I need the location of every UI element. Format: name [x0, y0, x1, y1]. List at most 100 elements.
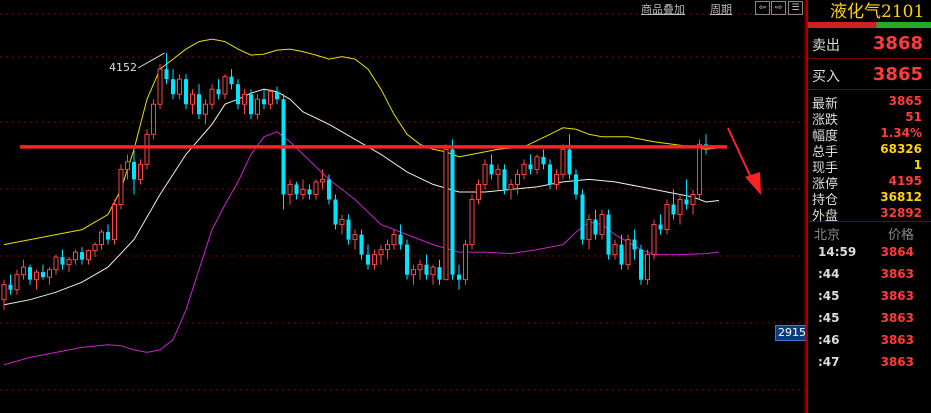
stat-row: 幅度 1.34%: [808, 125, 931, 144]
candle-body: [326, 179, 332, 200]
candle-body: [14, 274, 20, 291]
candle-body: [241, 93, 248, 105]
candle-body: [384, 244, 391, 251]
candle-body: [534, 156, 540, 170]
candle-body: [573, 174, 579, 195]
candle-body: [118, 168, 124, 205]
candle-body: [144, 133, 150, 165]
kline-chart-area[interactable]: 商品叠加 周期 ⇦ ⇨ ☰ 4152 2915: [0, 0, 809, 413]
cursor-price-tag: 2915: [775, 325, 809, 341]
overlay-link[interactable]: 商品叠加: [641, 1, 685, 17]
candle-body: [300, 188, 306, 195]
tick-row[interactable]: :46 3863: [808, 330, 931, 352]
sell-row: 卖出 3868: [808, 28, 931, 59]
candle-body: [92, 244, 98, 252]
candle-body: [66, 259, 72, 266]
tick-row[interactable]: :45 3863: [808, 286, 931, 308]
prev-button[interactable]: ⇦: [755, 1, 770, 15]
tick-row[interactable]: 14:59 3864: [808, 242, 931, 264]
menu-button[interactable]: ☰: [788, 1, 803, 15]
candle-body: [508, 183, 514, 190]
candle-body: [176, 78, 183, 95]
candle-body: [1, 284, 7, 301]
stats-list: 最新 3865 涨跌 51 幅度 1.34% 总手 68326 现手 1 涨停 4195 持仓 36812…: [808, 90, 931, 224]
candle-body: [521, 163, 527, 175]
candle-body: [294, 184, 299, 195]
tick-price: 3864: [880, 245, 914, 259]
candle-body: [267, 91, 274, 105]
candle-body: [430, 266, 436, 276]
ticks-header: 北京 价格: [808, 222, 931, 243]
sell-value: 3868: [872, 33, 923, 54]
period-link[interactable]: 周期: [710, 1, 732, 17]
candle-body: [690, 193, 696, 205]
candle-body: [553, 173, 560, 185]
candle-body: [398, 234, 403, 245]
candle-body: [502, 169, 507, 190]
candle-body: [72, 251, 79, 261]
tick-price: 3863: [880, 333, 914, 347]
stat-row: 总手 68326: [808, 141, 931, 160]
tick-price: 3863: [880, 289, 914, 303]
candle-body: [664, 203, 670, 231]
stat-value: 1: [913, 158, 922, 172]
candle-body: [658, 224, 663, 230]
candle-body: [248, 94, 254, 115]
candle-body: [489, 164, 494, 175]
tick-row[interactable]: :45 3863: [808, 308, 931, 330]
next-button[interactable]: ⇨: [771, 1, 786, 15]
candle-body: [164, 69, 169, 80]
tick-row[interactable]: :47 3863: [808, 352, 931, 374]
stat-value: 4195: [888, 174, 922, 188]
stat-row: 现手 1: [808, 157, 931, 176]
buy-label: 买入: [812, 69, 840, 85]
high-price-label: 4152: [109, 61, 137, 74]
candle-body: [625, 239, 631, 266]
tick-time: :47: [818, 355, 840, 369]
candle-body: [235, 84, 241, 105]
candle-body: [456, 274, 462, 280]
buy-value: 3865: [872, 64, 923, 85]
candle-body: [651, 224, 657, 256]
candle-body: [696, 143, 703, 195]
stat-row: 涨停 4195: [808, 173, 931, 192]
candle-body: [606, 214, 611, 255]
candle-body: [632, 239, 637, 250]
candle-body: [216, 89, 221, 95]
candle-body: [469, 198, 475, 246]
candle-body: [359, 234, 364, 255]
candle-body: [599, 214, 605, 236]
ticks-list[interactable]: 14:59 3864:44 3863:45 3863:45 3863:46 3863:47…: [808, 242, 931, 374]
tick-time: :45: [818, 311, 840, 325]
trend-arrow-head: [745, 172, 761, 195]
candle-body: [307, 189, 312, 195]
candle-body: [644, 254, 651, 281]
candle-body: [333, 199, 338, 225]
stat-row: 持仓 36812: [808, 189, 931, 208]
candle-body: [85, 250, 92, 261]
quote-panel: 液化气2101 卖出 3868 买入 3865 最新 3865 涨跌 51 幅度 1.34…: [806, 0, 931, 413]
tick-price: 3863: [880, 267, 914, 281]
candle-body: [677, 198, 683, 216]
candle-body: [580, 194, 585, 240]
candle-body: [157, 68, 163, 105]
tick-row[interactable]: :44 3863: [808, 264, 931, 286]
candle-body: [371, 254, 378, 266]
candle-body: [541, 156, 546, 165]
candle-body: [437, 267, 442, 280]
candle-body: [209, 88, 215, 105]
candle-body: [189, 93, 196, 105]
candle-body: [124, 161, 131, 170]
candle-body: [150, 103, 157, 135]
stat-value: 1.34%: [880, 126, 922, 140]
stat-value: 3865: [888, 94, 922, 108]
trend-arrow-shaft: [727, 127, 753, 181]
candle-body: [612, 244, 618, 256]
candle-body: [482, 163, 488, 185]
candle-body: [33, 271, 40, 281]
candle-body: [170, 79, 176, 95]
candle-body: [378, 249, 384, 256]
tick-price: 3863: [880, 355, 914, 369]
stat-value: 68326: [880, 142, 922, 156]
tick-time: :45: [818, 289, 840, 303]
